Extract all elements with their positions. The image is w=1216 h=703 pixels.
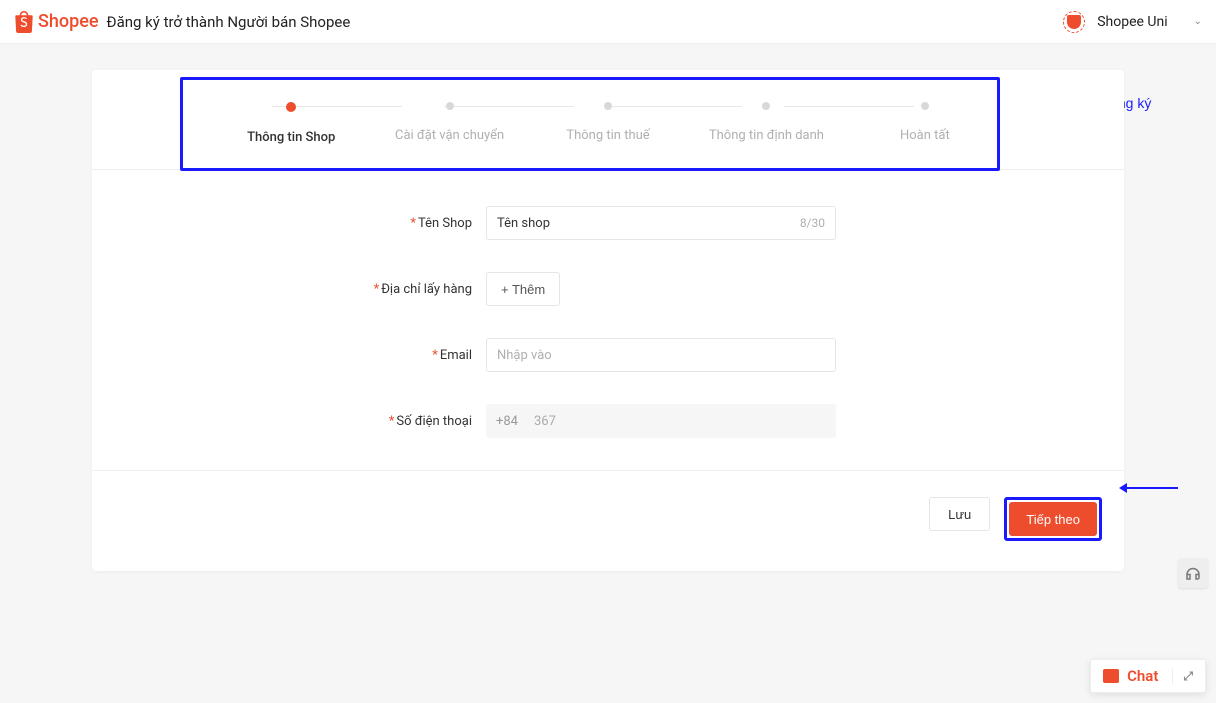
expand-icon[interactable]: ⤢ xyxy=(1172,669,1193,684)
shopee-logo[interactable]: Shopee xyxy=(14,11,99,33)
save-button[interactable]: Lưu xyxy=(929,497,990,531)
email-label: *Email xyxy=(92,348,486,363)
phone-value: 367 xyxy=(534,414,556,429)
address-label: *Địa chỉ lấy hàng xyxy=(92,282,486,297)
step-identity[interactable]: Thông tin định danh xyxy=(687,102,845,143)
shop-name-label: *Tên Shop xyxy=(92,216,486,231)
row-address: *Địa chỉ lấy hàng + Thêm xyxy=(92,272,1124,306)
step-label: Thông tin thuế xyxy=(566,128,649,143)
row-shop-name: *Tên Shop Tên shop 8/30 xyxy=(92,206,1124,240)
uni-badge-icon xyxy=(1061,9,1087,35)
chat-label: Chat xyxy=(1127,667,1158,685)
step-label: Thông tin định danh xyxy=(709,128,824,143)
row-phone: *Số điện thoại +84 367 xyxy=(92,404,1124,438)
step-complete[interactable]: Hoàn tất xyxy=(846,102,1004,143)
step-dot-icon xyxy=(446,102,454,110)
shop-name-value: Tên shop xyxy=(497,216,550,231)
header-left: Shopee Đăng ký trở thành Người bán Shope… xyxy=(14,11,350,33)
step-label: Thông tin Shop xyxy=(247,130,335,145)
stepper: Thông tin Shop Cài đặt vận chuyển Thông … xyxy=(92,70,1124,170)
shop-name-input[interactable]: Tên shop 8/30 xyxy=(486,206,836,240)
step-dot-icon xyxy=(921,102,929,110)
phone-input[interactable]: +84 367 xyxy=(486,404,836,438)
shopee-bag-icon xyxy=(14,11,34,33)
chat-icon xyxy=(1103,669,1119,683)
next-button[interactable]: Tiếp theo xyxy=(1009,502,1097,536)
support-button[interactable] xyxy=(1178,558,1208,588)
step-label: Cài đặt vận chuyển xyxy=(395,128,504,143)
page-title: Đăng ký trở thành Người bán Shopee xyxy=(107,13,351,31)
uni-label: Shopee Uni xyxy=(1097,14,1167,30)
next-button-highlight: Tiếp theo xyxy=(1004,497,1102,541)
step-dot-icon xyxy=(604,102,612,110)
headset-icon xyxy=(1184,564,1202,582)
chevron-down-icon: ⌄ xyxy=(1194,16,1202,27)
step-dot-icon xyxy=(762,102,770,110)
step-label: Hoàn tất xyxy=(900,128,950,143)
main-card: Thông tin Shop Cài đặt vận chuyển Thông … xyxy=(92,70,1124,571)
app-header: Shopee Đăng ký trở thành Người bán Shope… xyxy=(0,0,1216,44)
step-shipping[interactable]: Cài đặt vận chuyển xyxy=(370,102,528,143)
chat-widget[interactable]: Chat ⤢ xyxy=(1090,659,1206,693)
phone-label: *Số điện thoại xyxy=(92,414,486,429)
email-placeholder: Nhập vào xyxy=(497,348,552,363)
registration-form: *Tên Shop Tên shop 8/30 *Địa chỉ lấy hàn… xyxy=(92,198,1124,438)
row-email: *Email Nhập vào xyxy=(92,338,1124,372)
uni-menu[interactable]: Shopee Uni ⌄ xyxy=(1061,9,1202,35)
add-address-button[interactable]: + Thêm xyxy=(486,272,560,306)
phone-prefix: +84 xyxy=(496,414,518,429)
shop-name-counter: 8/30 xyxy=(800,216,825,230)
step-tax[interactable]: Thông tin thuế xyxy=(529,102,687,143)
step-shop-info[interactable]: Thông tin Shop xyxy=(212,102,370,145)
step-dot-icon xyxy=(286,102,296,112)
email-input[interactable]: Nhập vào xyxy=(486,338,836,372)
brand-text: Shopee xyxy=(38,11,99,32)
form-footer: Lưu Tiếp theo xyxy=(92,470,1124,541)
annotation-arrow-2 xyxy=(1122,487,1178,489)
